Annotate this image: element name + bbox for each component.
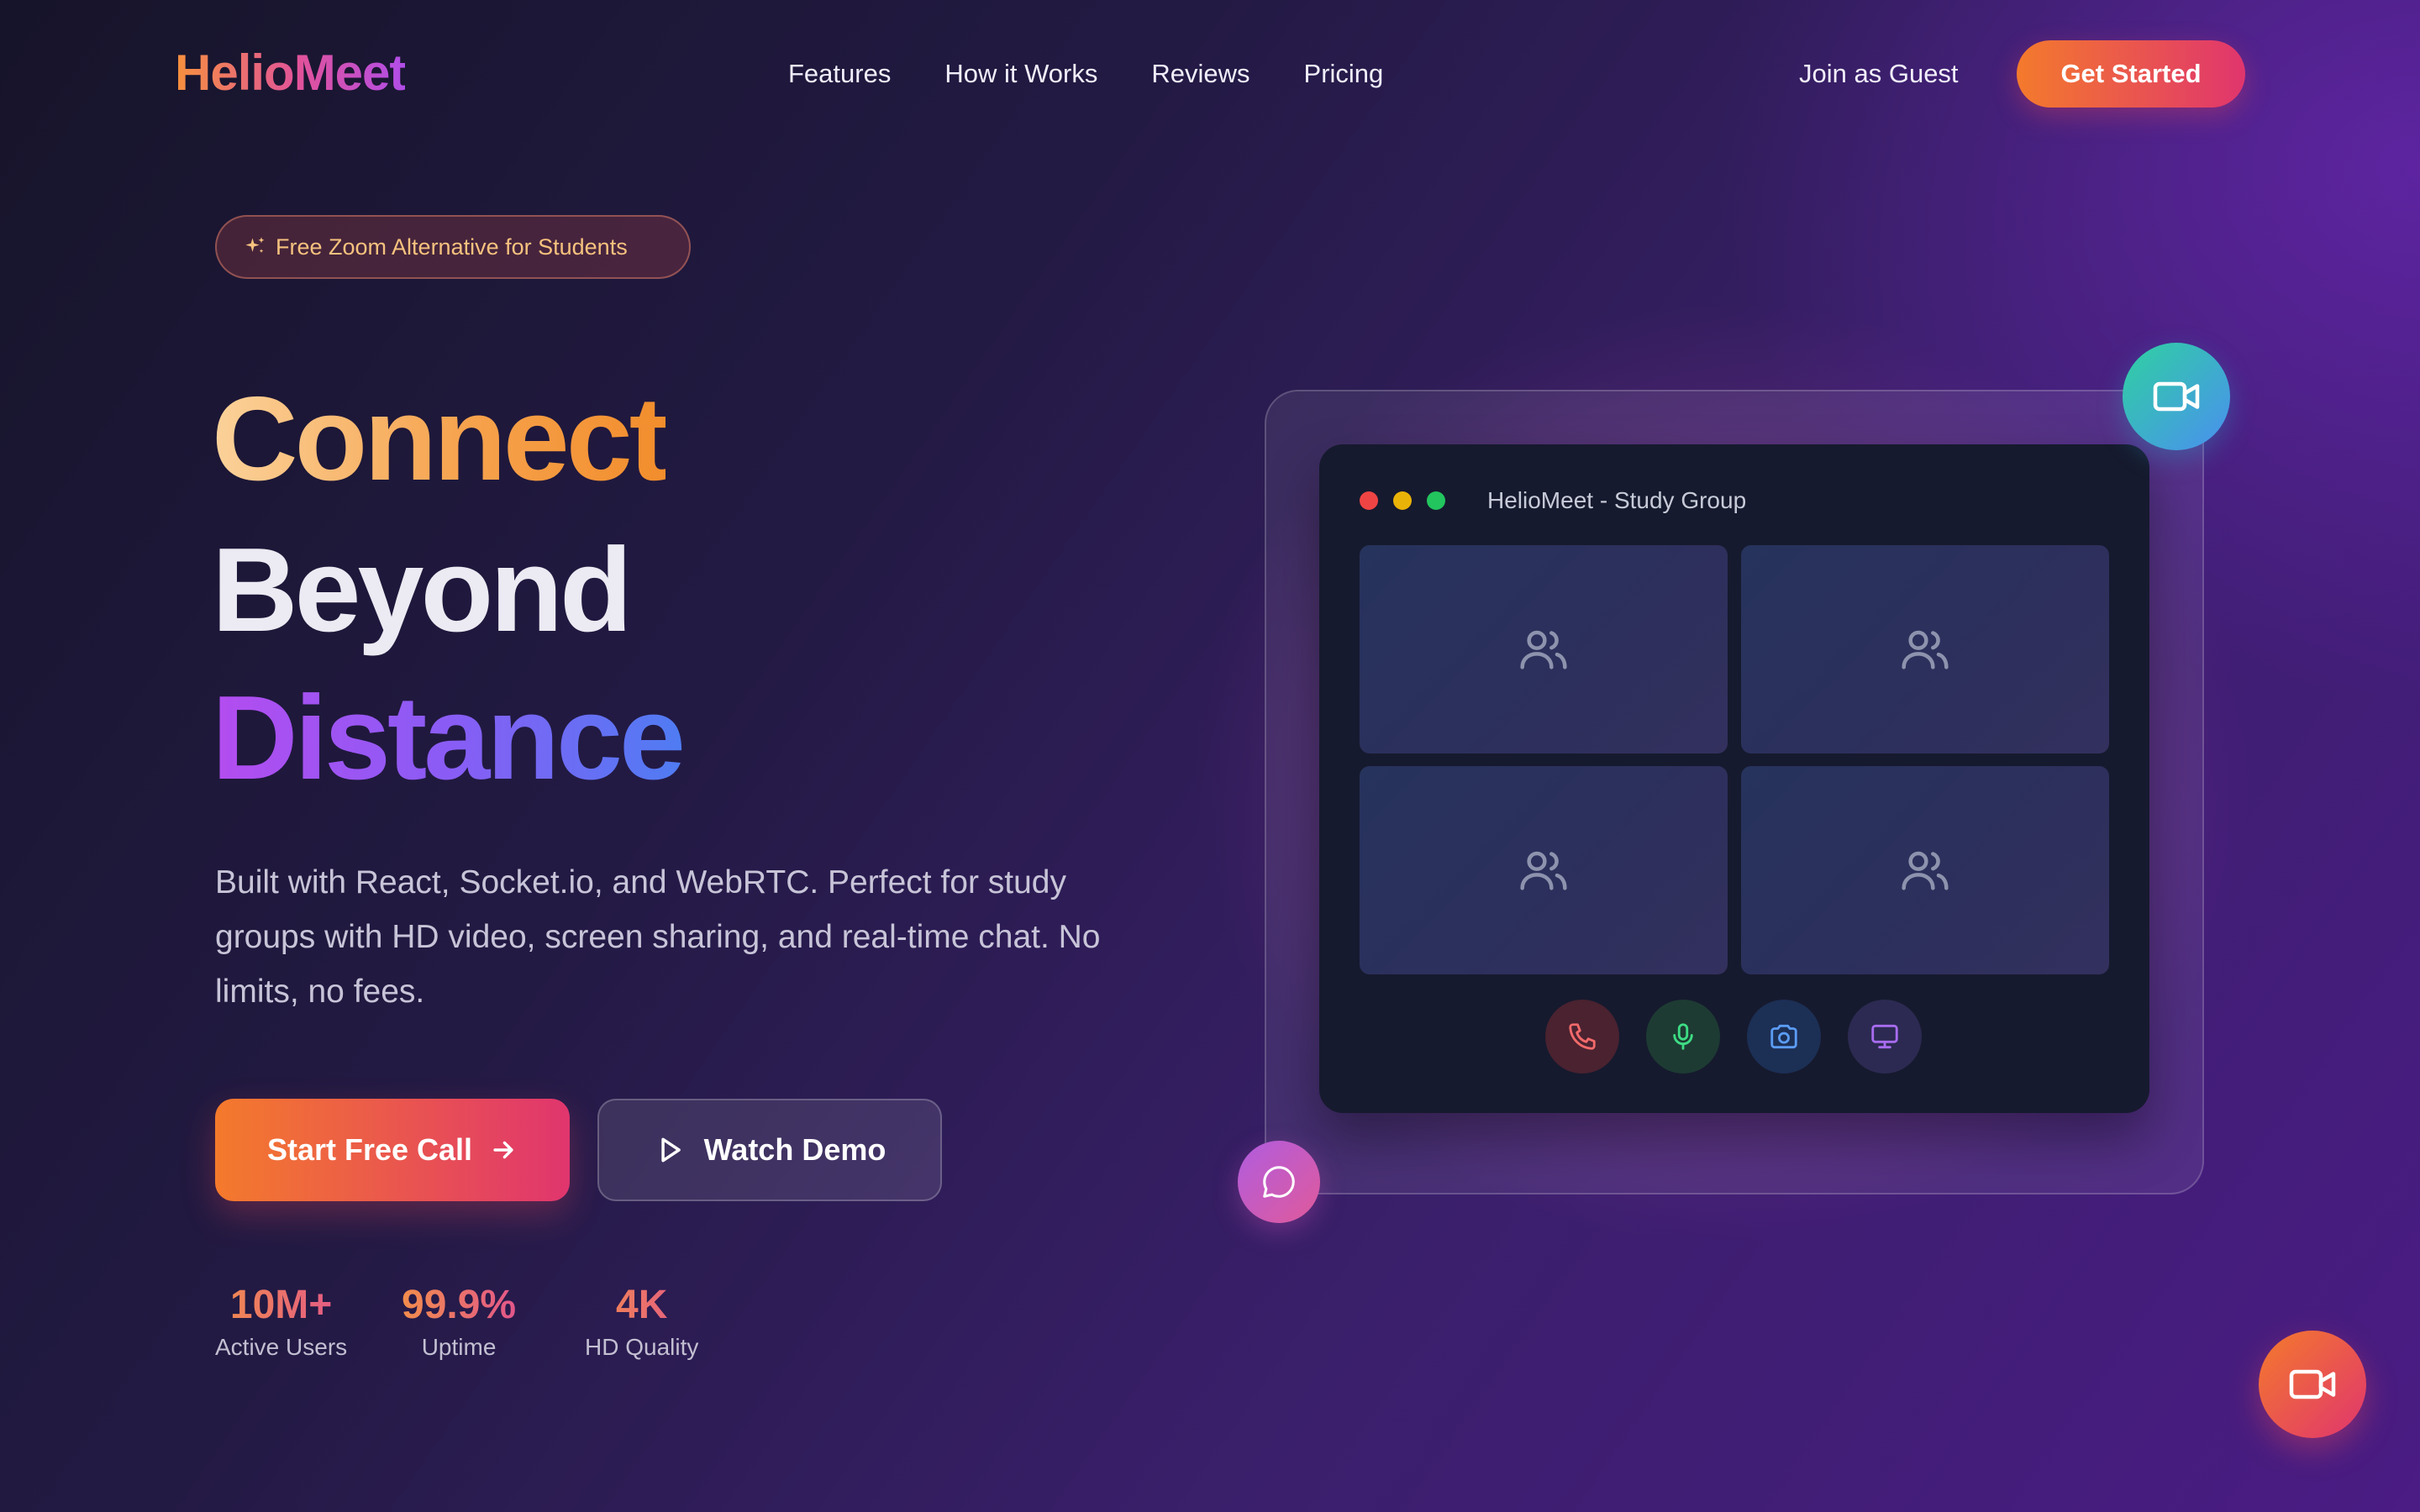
users-icon — [1520, 630, 1567, 669]
stat-value: 99.9% — [402, 1283, 517, 1327]
hero-badge: Free Zoom Alternative for Students — [215, 215, 691, 279]
monitor-icon — [1871, 1024, 1898, 1049]
window-minimize-dot — [1393, 491, 1412, 510]
arrow-right-icon — [493, 1141, 513, 1159]
video-tile — [1360, 545, 1728, 753]
headline-line-2: Beyond — [212, 523, 633, 657]
window-close-dot — [1360, 491, 1378, 510]
stat-hd-quality: 4K HD Quality — [585, 1285, 698, 1361]
window-maximize-dot — [1427, 491, 1445, 510]
window-title: HelioMeet - Study Group — [1487, 487, 1747, 513]
start-free-call-label: Start Free Call — [266, 1132, 473, 1167]
microphone-button[interactable] — [1646, 1000, 1720, 1074]
main-nav: Features How it Works Reviews Pricing — [788, 59, 1383, 89]
watch-demo-button[interactable]: Watch Demo — [597, 1099, 942, 1201]
nav-link-reviews[interactable]: Reviews — [1151, 59, 1249, 89]
headline-line-3: Distance — [212, 671, 686, 805]
users-icon — [1520, 851, 1567, 890]
video-camera-icon — [2289, 1369, 2336, 1399]
quick-call-fab[interactable] — [2259, 1331, 2366, 1438]
video-tile — [1360, 766, 1728, 974]
play-icon — [660, 1137, 681, 1163]
video-camera-icon — [2153, 381, 2200, 412]
sparkles-icon — [245, 237, 265, 253]
stat-label: Uptime — [421, 1334, 497, 1360]
badge-text: Free Zoom Alternative for Students — [276, 234, 628, 260]
video-tile — [1741, 766, 2109, 974]
users-icon — [1902, 630, 1949, 669]
floating-chat-badge — [1238, 1141, 1320, 1223]
start-free-call-button[interactable]: Start Free Call — [215, 1099, 570, 1201]
stat-value: 4K — [585, 1285, 698, 1326]
camera-icon — [1770, 1024, 1797, 1049]
stat-label: Active Users — [215, 1334, 348, 1360]
microphone-icon — [1673, 1023, 1693, 1050]
stat-uptime: 99.9% Uptime — [402, 1285, 516, 1361]
phone-icon — [1569, 1023, 1596, 1050]
nav-link-pricing[interactable]: Pricing — [1304, 59, 1384, 89]
video-tile — [1741, 545, 2109, 753]
users-icon — [1902, 851, 1949, 890]
stat-label: HD Quality — [585, 1334, 699, 1360]
get-started-button[interactable]: Get Started — [2017, 40, 2245, 108]
camera-button[interactable] — [1747, 1000, 1821, 1074]
chat-bubble-icon — [1263, 1166, 1295, 1198]
nav-link-features[interactable]: Features — [788, 59, 891, 89]
headline-line-1: Connect — [212, 372, 669, 506]
brand-logo[interactable]: HelioMeet — [175, 44, 406, 102]
nav-link-how-it-works[interactable]: How it Works — [944, 59, 1097, 89]
screen-share-button[interactable] — [1848, 1000, 1922, 1074]
floating-video-badge — [2123, 343, 2230, 450]
watch-demo-label: Watch Demo — [703, 1132, 886, 1167]
end-call-button[interactable] — [1545, 1000, 1619, 1074]
stat-active-users: 10M+ Active Users — [215, 1285, 347, 1361]
hero-description: Built with React, Socket.io, and WebRTC.… — [215, 864, 1101, 1010]
join-as-guest-link[interactable]: Join as Guest — [1799, 59, 1959, 89]
stat-value: 10M+ — [215, 1285, 347, 1326]
